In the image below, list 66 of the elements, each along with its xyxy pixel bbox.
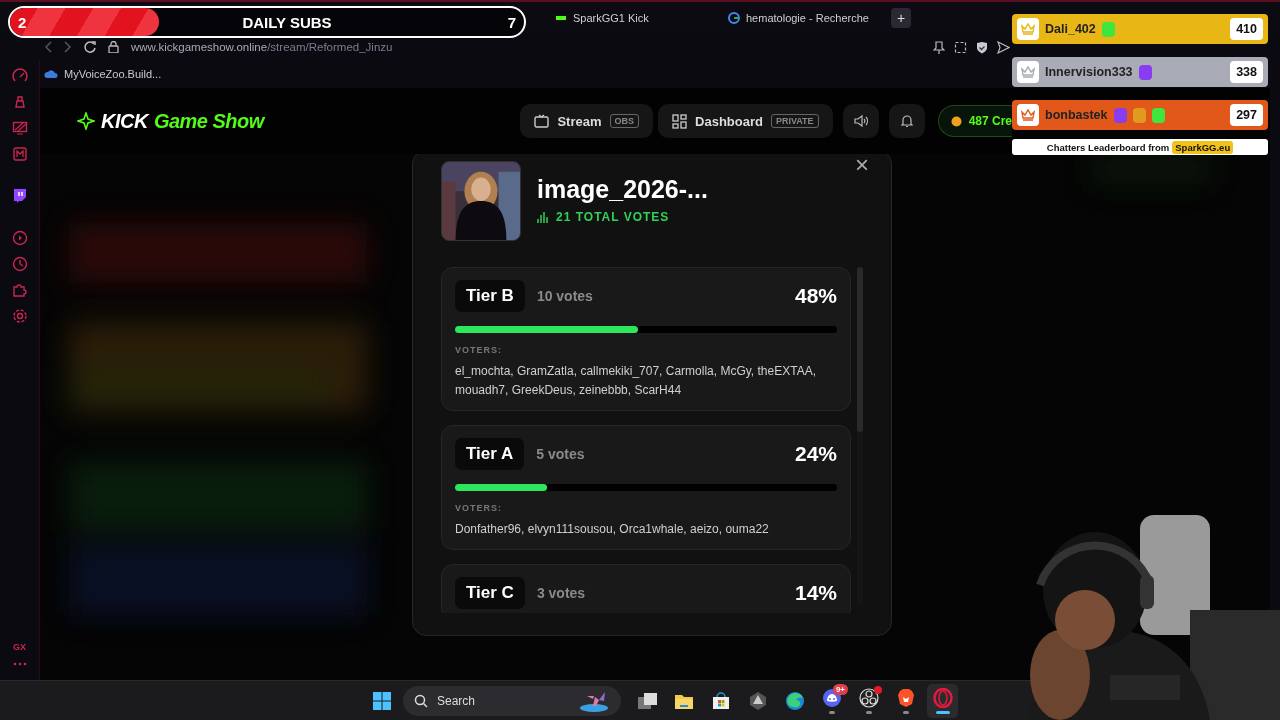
browser-tab[interactable]: SparkGG1 Kick	[545, 5, 710, 31]
credits-pill[interactable]: 487 Cre	[937, 105, 1012, 137]
taskbar-app[interactable]	[927, 683, 958, 718]
sidebar-label: GX	[13, 642, 26, 652]
username: Innervision333	[1045, 65, 1133, 79]
goal-current: 2	[18, 13, 27, 31]
logo-text: Game Show	[153, 109, 264, 133]
tag-label: OBS	[609, 114, 640, 128]
notification-badge: 9+	[832, 683, 848, 695]
search-field[interactable]: Search	[403, 685, 621, 716]
back-icon[interactable]	[44, 41, 52, 53]
speaker-icon	[853, 114, 868, 128]
crown-icon	[1021, 66, 1035, 78]
recorder-icon	[858, 687, 879, 708]
reload-icon[interactable]	[84, 41, 96, 53]
puzzle-icon[interactable]	[11, 282, 28, 298]
opera-icon	[932, 687, 953, 708]
send-icon[interactable]	[997, 40, 1010, 54]
address-field[interactable]: www.kickgameshow.online/stream/Reformed_Jinzu	[131, 41, 393, 53]
m-square-icon[interactable]	[11, 146, 28, 162]
score: 297	[1230, 104, 1263, 126]
taskbar-app[interactable]: 9+	[816, 683, 847, 718]
monitor-icon[interactable]	[11, 120, 28, 136]
score: 410	[1230, 18, 1263, 40]
username: bonbastek	[1045, 108, 1108, 122]
footer-text: Chatters Leaderboard from	[1046, 141, 1170, 153]
crown-icon	[1021, 109, 1035, 121]
site-icon	[555, 12, 567, 24]
windows-icon	[371, 690, 392, 711]
new-tab-button[interactable]: +	[891, 8, 911, 28]
forward-icon[interactable]	[64, 41, 72, 53]
logo-text: KICK	[101, 109, 148, 133]
shield-icon[interactable]	[976, 40, 988, 54]
browser-icon	[784, 690, 805, 711]
settings-icon[interactable]	[11, 308, 28, 324]
twitch-icon[interactable]	[11, 188, 28, 204]
tag-label: PRIVATE	[770, 114, 819, 128]
screenshot-icon[interactable]	[954, 40, 967, 54]
volume-button[interactable]	[842, 104, 879, 138]
footer-link[interactable]: SparkGG.eu	[1172, 140, 1234, 154]
username: Dali_402	[1045, 22, 1096, 36]
hexagon-icon	[747, 690, 768, 711]
browser-tab[interactable]: hematologie - Recherche	[718, 5, 883, 31]
goal-label: DAILY SUBS	[241, 13, 332, 31]
bell-icon	[899, 114, 914, 128]
speedometer-icon[interactable]	[11, 68, 28, 84]
notifications-button[interactable]	[888, 104, 925, 138]
windows-stack-icon	[636, 690, 657, 711]
nav-button[interactable]: Stream OBS	[520, 104, 654, 138]
tv-icon	[534, 113, 550, 129]
nav-button[interactable]: Dashboard PRIVATE	[658, 104, 833, 138]
goal-target: 7	[507, 13, 516, 31]
coin-icon	[950, 115, 962, 127]
grid-icon	[672, 113, 688, 129]
play-circle-icon[interactable]	[11, 230, 28, 246]
search-icon	[414, 693, 428, 708]
pin-icon[interactable]	[933, 40, 945, 54]
sparkle-icon	[77, 112, 95, 130]
cloud-icon	[44, 69, 58, 79]
crown-icon	[1021, 23, 1035, 35]
bookmark-link[interactable]: MyVoiceZoo.Build...	[44, 68, 162, 80]
score: 338	[1230, 61, 1263, 83]
clock-icon[interactable]	[11, 256, 28, 272]
store-icon	[710, 690, 731, 711]
lock-icon	[108, 41, 119, 53]
more-icon[interactable]	[12, 662, 27, 666]
